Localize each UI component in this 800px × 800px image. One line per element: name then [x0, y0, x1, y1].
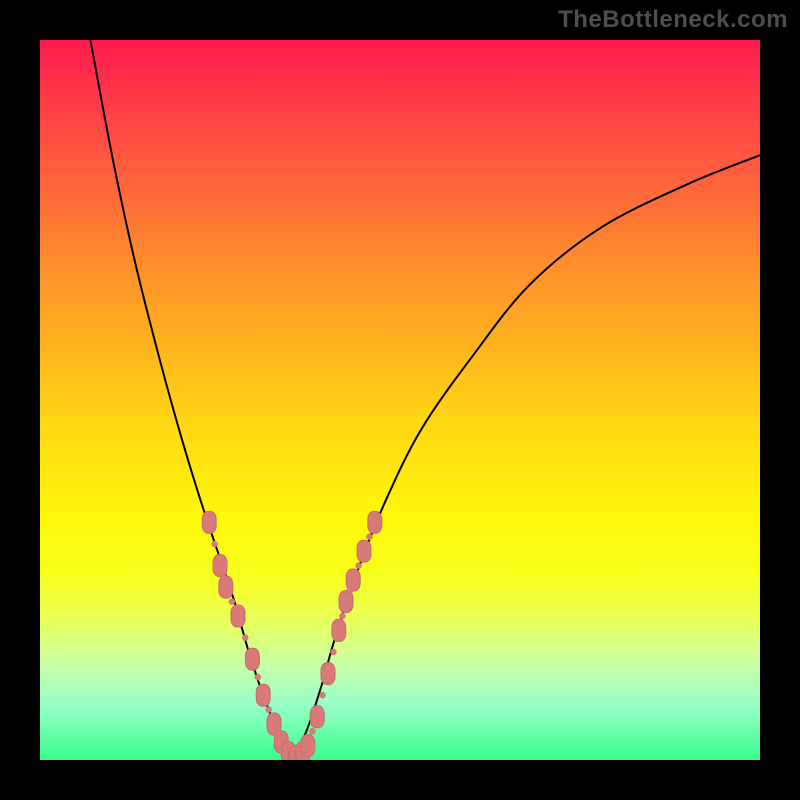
highlight-marker	[368, 511, 382, 533]
highlight-marker	[245, 648, 259, 670]
highlight-marker-dot	[229, 599, 235, 605]
plot-area	[40, 40, 760, 760]
chart-frame: TheBottleneck.com	[0, 0, 800, 800]
highlight-marker-dot	[212, 541, 218, 547]
highlight-marker-dot	[302, 746, 308, 752]
highlight-marker-dot	[320, 692, 326, 698]
highlight-marker-dot	[275, 730, 281, 736]
highlight-marker	[321, 663, 335, 685]
highlight-marker	[310, 706, 324, 728]
highlight-marker	[346, 569, 360, 591]
highlight-marker	[339, 591, 353, 613]
highlight-markers	[202, 511, 382, 760]
highlight-marker	[357, 540, 371, 562]
curve-left-branch	[90, 40, 292, 760]
highlight-marker	[219, 576, 233, 598]
highlight-marker-dot	[289, 752, 295, 758]
highlight-marker-dot	[339, 613, 345, 619]
watermark-text: TheBottleneck.com	[558, 6, 788, 34]
highlight-marker	[202, 511, 216, 533]
highlight-marker	[213, 555, 227, 577]
highlight-marker-dot	[310, 728, 316, 734]
highlight-marker-dot	[366, 534, 372, 540]
highlight-marker-dot	[266, 707, 272, 713]
highlight-marker	[256, 684, 270, 706]
highlight-marker-dot	[282, 744, 288, 750]
highlight-marker	[332, 619, 346, 641]
highlight-marker-dot	[356, 563, 362, 569]
highlight-marker-dot	[347, 588, 353, 594]
curve-right-branch	[292, 155, 760, 760]
highlight-marker-dot	[220, 573, 226, 579]
highlight-marker	[301, 735, 315, 757]
highlight-marker-dot	[242, 635, 248, 641]
highlight-marker	[231, 605, 245, 627]
highlight-marker-dot	[255, 674, 261, 680]
highlight-marker-dot	[330, 649, 336, 655]
chart-svg	[40, 40, 760, 760]
